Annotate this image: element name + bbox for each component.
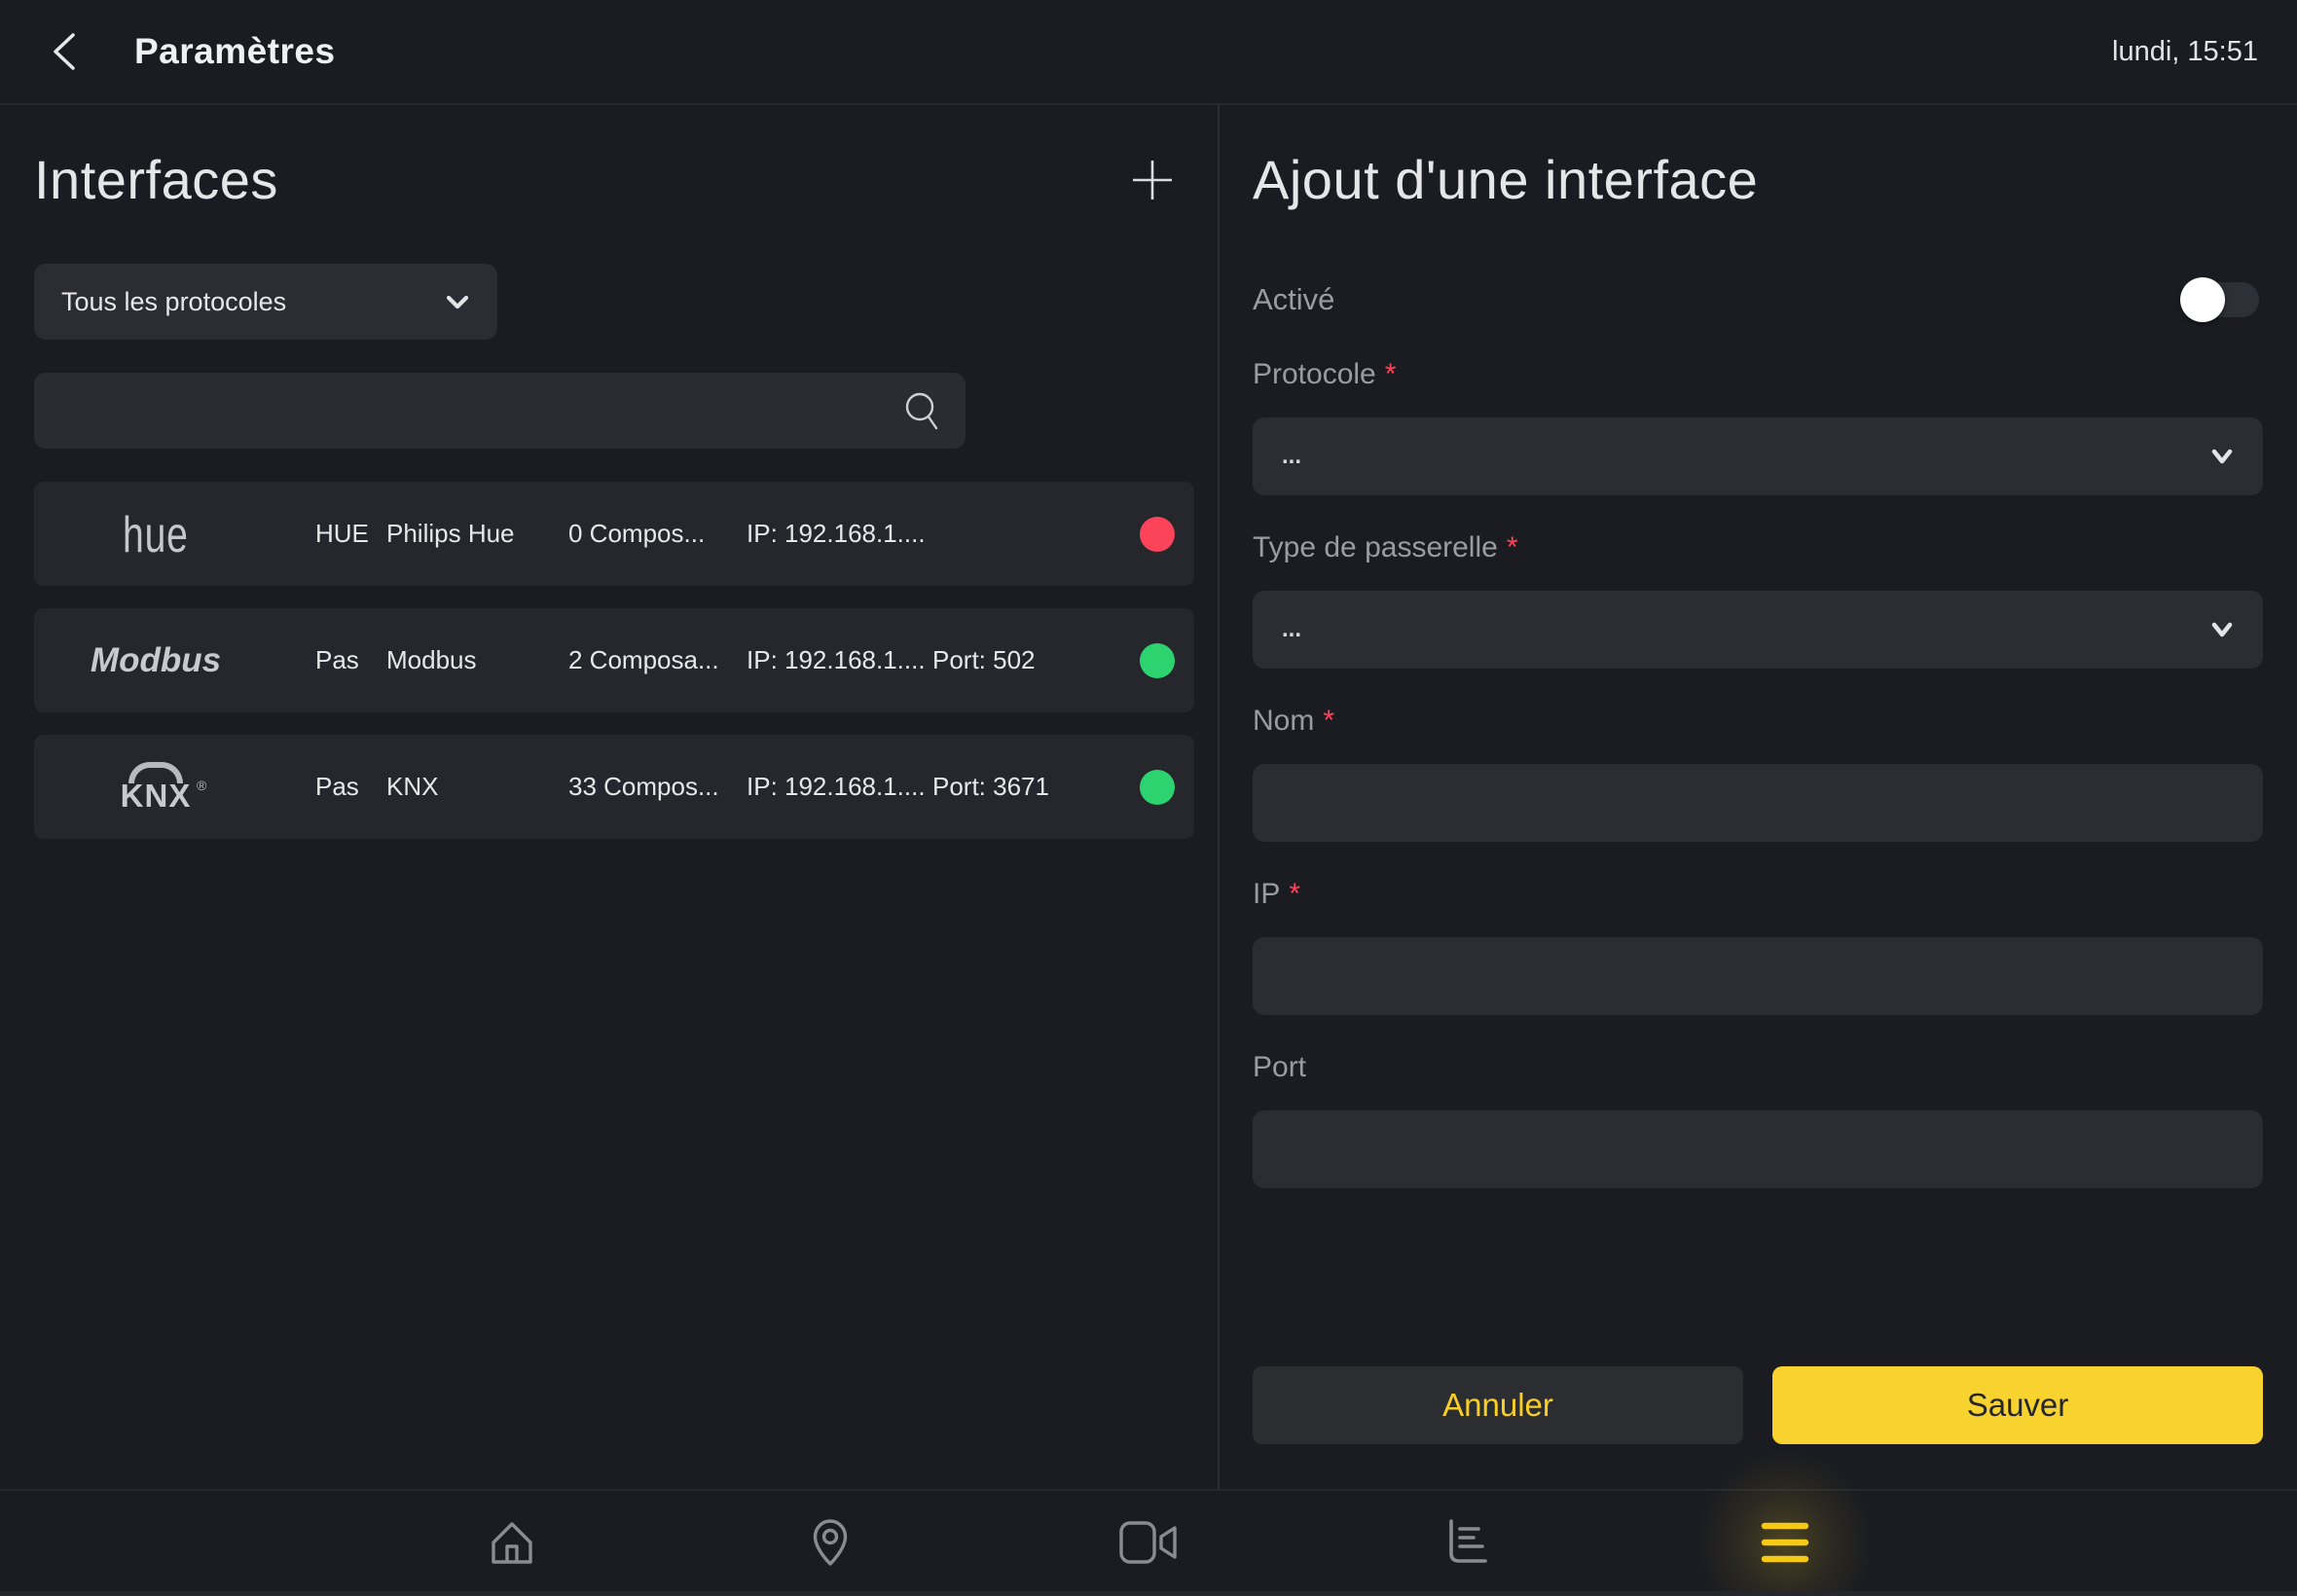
plus-icon <box>1130 158 1175 202</box>
interface-ip: IP: 192.168.1.... <box>747 519 932 549</box>
add-interface-panel: Ajout d'une interface Activé Protocole* … <box>1220 105 2297 1489</box>
back-button[interactable] <box>49 30 80 73</box>
nav-location-button[interactable] <box>784 1496 877 1589</box>
required-asterisk: * <box>1385 358 1397 390</box>
bottom-navigation <box>0 1489 2297 1594</box>
status-dot <box>1140 770 1175 805</box>
interface-name: Modbus <box>386 645 568 675</box>
interface-ip: IP: 192.168.1.... <box>747 645 932 675</box>
hue-logo: hue <box>34 508 277 561</box>
interface-code: Pas <box>315 645 386 675</box>
protocol-filter-value: Tous les protocoles <box>61 287 286 317</box>
protocole-select[interactable]: ... <box>1253 417 2263 495</box>
nav-camera-button[interactable] <box>1102 1496 1195 1589</box>
nav-menu-button[interactable] <box>1738 1496 1832 1589</box>
interface-row-hue[interactable]: hue HUE Philips Hue 0 Compos... IP: 192.… <box>34 482 1194 586</box>
bottom-edge-bar <box>0 1591 2297 1596</box>
active-toggle[interactable] <box>2187 282 2259 317</box>
toggle-knob <box>2180 277 2225 322</box>
ip-label: IP* <box>1253 877 2263 912</box>
interface-port: Port: 502 <box>932 645 1036 675</box>
page-title: Paramètres <box>134 31 336 72</box>
interfaces-panel: Interfaces Tous les protocoles <box>0 105 1220 1489</box>
interface-ip: IP: 192.168.1.... <box>747 772 932 802</box>
interface-components: 0 Compos... <box>568 519 747 549</box>
interface-row-knx[interactable]: KNX ® Pas KNX 33 Compos... IP: 192.168.1… <box>34 735 1194 839</box>
nom-label: Nom* <box>1253 704 2263 739</box>
location-pin-icon <box>801 1513 859 1572</box>
required-asterisk: * <box>1289 878 1300 910</box>
interface-components: 2 Composa... <box>568 645 747 675</box>
status-dot <box>1140 643 1175 678</box>
chevron-down-icon <box>2210 449 2234 465</box>
interface-name: KNX <box>386 772 568 802</box>
add-interface-button[interactable] <box>1130 158 1175 202</box>
header: Paramètres lundi, 15:51 <box>0 0 2297 105</box>
modbus-logo: Modbus <box>34 641 277 680</box>
protocole-label: Protocole* <box>1253 357 2263 392</box>
nom-input[interactable] <box>1253 764 2263 842</box>
interface-name: Philips Hue <box>386 519 568 549</box>
hamburger-menu-icon <box>1760 1519 1810 1566</box>
search-bar <box>34 373 966 449</box>
search-icon <box>901 389 942 432</box>
chevron-left-icon <box>49 30 80 73</box>
port-input[interactable] <box>1253 1110 2263 1188</box>
passerelle-label: Type de passerelle* <box>1253 530 2263 565</box>
main-content: Interfaces Tous les protocoles <box>0 105 2297 1489</box>
interfaces-title: Interfaces <box>34 148 278 211</box>
search-input[interactable] <box>61 372 901 450</box>
nav-home-button[interactable] <box>465 1496 559 1589</box>
protocol-filter-select[interactable]: Tous les protocoles <box>34 264 497 340</box>
interface-port: Port: 3671 <box>932 772 1049 802</box>
interface-code: HUE <box>315 519 386 549</box>
save-button[interactable]: Sauver <box>1772 1366 2263 1444</box>
video-camera-icon <box>1117 1518 1180 1567</box>
chevron-down-icon <box>445 294 470 310</box>
interface-code: Pas <box>315 772 386 802</box>
chevron-down-icon <box>2210 622 2234 638</box>
nav-stats-button[interactable] <box>1420 1496 1513 1589</box>
passerelle-select[interactable]: ... <box>1253 591 2263 669</box>
status-dot <box>1140 517 1175 552</box>
home-icon <box>483 1513 541 1572</box>
clock: lundi, 15:51 <box>2112 36 2258 68</box>
active-toggle-label: Activé <box>1253 282 1334 317</box>
cancel-button[interactable]: Annuler <box>1253 1366 1743 1444</box>
interface-components: 33 Compos... <box>568 772 747 802</box>
knx-logo: KNX ® <box>34 762 277 812</box>
settings-screen: Paramètres lundi, 15:51 Interfaces Tous … <box>0 0 2297 1596</box>
interface-row-modbus[interactable]: Modbus Pas Modbus 2 Composa... IP: 192.1… <box>34 608 1194 712</box>
add-interface-title: Ajout d'une interface <box>1253 148 2263 211</box>
port-label: Port <box>1253 1050 2263 1085</box>
bar-chart-icon <box>1439 1514 1495 1571</box>
required-asterisk: * <box>1323 705 1334 737</box>
interfaces-list: hue HUE Philips Hue 0 Compos... IP: 192.… <box>34 482 1194 839</box>
required-asterisk: * <box>1507 531 1518 563</box>
ip-input[interactable] <box>1253 937 2263 1015</box>
